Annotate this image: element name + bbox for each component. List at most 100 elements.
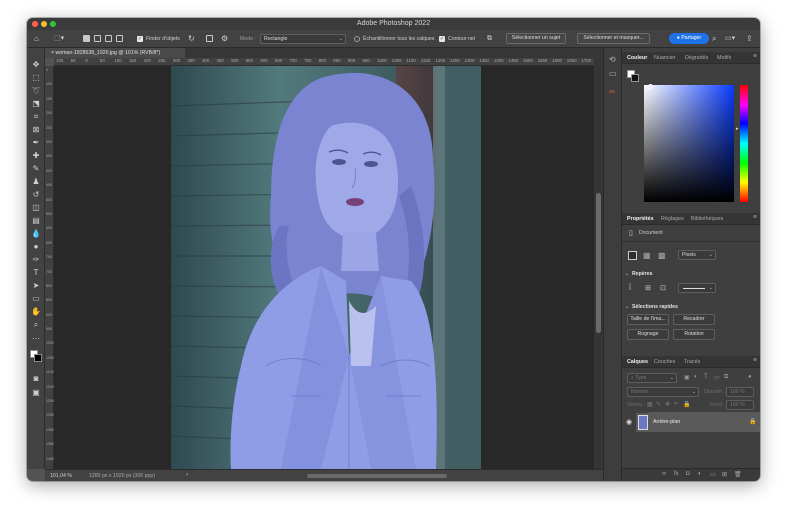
grid-icon[interactable]: ▦ bbox=[643, 251, 651, 260]
color-picker-field[interactable] bbox=[644, 84, 734, 202]
gradient-tool-icon[interactable]: ▤ bbox=[31, 216, 41, 226]
add-mask-icon[interactable]: ◘ bbox=[686, 471, 690, 477]
clone-stamp-tool-icon[interactable]: ♟ bbox=[31, 177, 41, 187]
color-picker-cursor[interactable] bbox=[648, 84, 653, 89]
history-icon[interactable]: ⟲ bbox=[609, 56, 616, 64]
lock-transparent-icon[interactable]: ▦ bbox=[647, 401, 653, 408]
lock-icon[interactable]: 🔒 bbox=[749, 418, 756, 425]
gear-icon[interactable]: ⚙ bbox=[221, 35, 228, 43]
opacity-input[interactable]: 100 % bbox=[726, 387, 754, 397]
new-group-icon[interactable]: ▭ bbox=[710, 471, 716, 478]
object-finder-checkbox[interactable]: ✓ bbox=[137, 36, 143, 42]
more-tools-icon[interactable]: ⋯ bbox=[31, 334, 41, 344]
filter-shape-icon[interactable]: ▭ bbox=[714, 374, 720, 381]
vertical-scroll-thumb[interactable] bbox=[596, 193, 601, 333]
tab-degrades[interactable]: Dégradés bbox=[685, 52, 708, 64]
zoom-level[interactable]: 101,04 % bbox=[50, 473, 72, 479]
select-and-mask-button[interactable]: Sélectionner et masquer... bbox=[577, 33, 650, 44]
tab-reglages[interactable]: Réglages bbox=[661, 213, 684, 225]
quick-mask-icon[interactable]: ◙ bbox=[31, 374, 41, 384]
subtract-from-selection-icon[interactable] bbox=[105, 35, 112, 42]
chevron-right-icon[interactable]: › bbox=[186, 472, 188, 478]
intersect-selection-icon[interactable] bbox=[116, 35, 123, 42]
crop-button[interactable]: Recadrer bbox=[673, 314, 715, 325]
document-image[interactable] bbox=[171, 66, 481, 469]
comments-icon[interactable]: ▭ bbox=[609, 70, 617, 78]
fill-input[interactable]: 100 % bbox=[726, 400, 754, 410]
tab-motifs[interactable]: Motifs bbox=[717, 52, 731, 64]
select-subject-button[interactable]: Sélectionner un sujet bbox=[506, 33, 566, 44]
blur-tool-icon[interactable]: 💧 bbox=[31, 229, 41, 239]
tab-traces[interactable]: Tracés bbox=[684, 356, 700, 368]
background-color-chip[interactable] bbox=[631, 74, 639, 82]
tab-couleur[interactable]: Couleur bbox=[627, 52, 647, 64]
document-canvas[interactable] bbox=[54, 66, 594, 469]
close-tab-icon[interactable]: × bbox=[51, 50, 54, 56]
chevron-down-icon[interactable]: ⌄ bbox=[625, 271, 629, 277]
hand-tool-icon[interactable]: ✋ bbox=[31, 307, 41, 317]
filter-type-icon[interactable]: T bbox=[704, 374, 708, 380]
crop-tool-icon[interactable]: ⌗ bbox=[31, 112, 41, 122]
filter-adjustment-icon[interactable]: ◐ bbox=[694, 374, 698, 380]
type-tool-icon[interactable]: T bbox=[31, 268, 41, 278]
hard-edge-checkbox[interactable]: ✓ bbox=[439, 36, 445, 42]
trim-button[interactable]: Rognage bbox=[627, 329, 669, 340]
home-icon[interactable]: ⌂ bbox=[34, 35, 39, 43]
guide-layout-icon[interactable]: ⫿ bbox=[629, 284, 631, 292]
search-icon[interactable]: ⌕ bbox=[712, 35, 716, 43]
guide-style-select[interactable]: ⌄ bbox=[678, 283, 716, 293]
tab-proprietes[interactable]: Propriétés bbox=[627, 213, 654, 225]
share-export-icon[interactable]: ⇪ bbox=[746, 35, 753, 43]
history-brush-tool-icon[interactable]: ↺ bbox=[31, 190, 41, 200]
tab-calques[interactable]: Calques bbox=[627, 356, 648, 368]
filter-pixel-icon[interactable]: ▣ bbox=[684, 374, 690, 381]
lasso-tool-icon[interactable]: ➰ bbox=[31, 86, 41, 96]
panel-menu-icon[interactable]: ≡ bbox=[753, 357, 757, 364]
brush-tool-icon[interactable]: ✎ bbox=[31, 164, 41, 174]
mode-select[interactable]: Rectangle ⌄ bbox=[260, 34, 346, 44]
share-button[interactable]: ● Partager bbox=[669, 33, 709, 44]
layer-row-background[interactable]: Arrière-plan 🔒 bbox=[636, 413, 760, 432]
tab-bibliotheques[interactable]: Bibliothèques bbox=[691, 213, 723, 225]
chevron-down-icon[interactable]: ⌄ bbox=[625, 304, 629, 310]
healing-brush-tool-icon[interactable]: ✚ bbox=[31, 151, 41, 161]
zoom-tool-icon[interactable]: ⌕ bbox=[31, 320, 41, 330]
horizontal-scroll-thumb[interactable] bbox=[307, 474, 447, 478]
new-layer-icon[interactable]: ⊞ bbox=[722, 471, 727, 478]
show-all-objects-icon[interactable] bbox=[206, 35, 213, 42]
panel-menu-icon[interactable]: ≡ bbox=[753, 214, 757, 221]
guide-from-shape-icon[interactable]: ⊡ bbox=[660, 284, 666, 292]
refine-icon[interactable]: ⧉ bbox=[487, 35, 492, 43]
pen-tool-icon[interactable]: ✑ bbox=[31, 255, 41, 265]
rotate-button[interactable]: Rotation bbox=[673, 329, 715, 340]
trash-icon[interactable]: 🗑 bbox=[734, 471, 742, 478]
link-layers-icon[interactable]: ∞ bbox=[662, 471, 666, 477]
lock-position-icon[interactable]: ✥ bbox=[665, 401, 670, 408]
panel-menu-icon[interactable]: ≡ bbox=[753, 53, 757, 60]
layer-name[interactable]: Arrière-plan bbox=[653, 419, 680, 425]
image-size-button[interactable]: Taille de l'ima... bbox=[627, 314, 669, 325]
blend-mode-select[interactable]: Normal ⌄ bbox=[627, 387, 699, 397]
rectangle-tool-icon[interactable]: ▭ bbox=[31, 294, 41, 304]
add-to-selection-icon[interactable] bbox=[94, 35, 101, 42]
eye-icon[interactable]: ◉ bbox=[626, 418, 632, 426]
tab-nuancier[interactable]: Nuancier bbox=[654, 52, 676, 64]
new-selection-icon[interactable] bbox=[83, 35, 90, 42]
vertical-scrollbar[interactable] bbox=[594, 58, 603, 469]
background-color-swatch[interactable] bbox=[34, 354, 42, 362]
lock-artboard-icon[interactable]: ⌗ bbox=[674, 401, 677, 408]
units-select[interactable]: Pixels ⌄ bbox=[678, 250, 716, 260]
hue-slider[interactable] bbox=[740, 85, 748, 202]
workspace-icon[interactable]: ▭▾ bbox=[725, 35, 735, 43]
filter-smart-object-icon[interactable]: ⧉ bbox=[724, 374, 728, 381]
canvas-size-icon[interactable] bbox=[628, 251, 637, 260]
filter-toggle-icon[interactable]: ● bbox=[748, 374, 752, 380]
dodge-tool-icon[interactable]: ● bbox=[31, 242, 41, 252]
sample-all-layers-checkbox[interactable] bbox=[354, 36, 360, 42]
refresh-icon[interactable]: ↻ bbox=[188, 35, 195, 43]
hue-slider-marker[interactable]: ▸ bbox=[736, 126, 739, 132]
object-selection-tool-icon[interactable]: ⬚▾ bbox=[54, 35, 64, 43]
layer-filter-select[interactable]: ⌕ Type ⌄ bbox=[627, 373, 677, 383]
screen-mode-icon[interactable]: ▣ bbox=[31, 388, 41, 398]
lock-pixels-icon[interactable]: ✎ bbox=[656, 401, 661, 408]
